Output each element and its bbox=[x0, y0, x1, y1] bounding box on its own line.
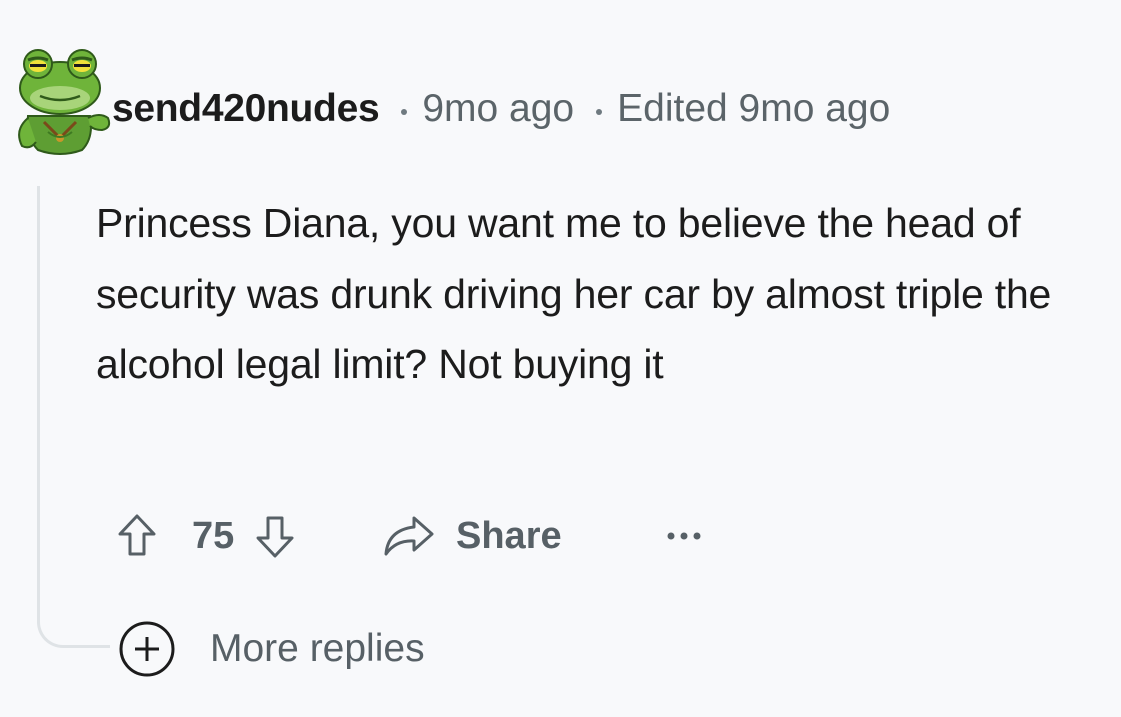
more-replies-button[interactable]: More replies bbox=[118, 620, 425, 678]
frog-avatar-icon[interactable] bbox=[8, 38, 112, 158]
plus-circle-icon bbox=[119, 621, 175, 677]
comment: send420nudes 9mo ago Edited 9mo ago Prin… bbox=[0, 0, 1121, 717]
share-arrow-icon bbox=[384, 516, 434, 556]
more-options-button[interactable] bbox=[662, 506, 706, 566]
edited-timestamp: Edited 9mo ago bbox=[617, 87, 891, 130]
username-link[interactable]: send420nudes bbox=[112, 87, 380, 131]
upvote-button[interactable] bbox=[110, 506, 164, 566]
share-label: Share bbox=[456, 514, 562, 557]
downvote-button[interactable] bbox=[248, 506, 302, 566]
comment-timestamp[interactable]: 9mo ago bbox=[422, 87, 574, 131]
more-replies-label: More replies bbox=[210, 627, 425, 670]
arrow-up-icon bbox=[118, 514, 156, 556]
vote-score: 75 bbox=[192, 514, 235, 557]
comment-action-bar: 75 Share bbox=[110, 506, 706, 566]
share-button[interactable]: Share bbox=[382, 514, 562, 558]
comment-header: send420nudes 9mo ago Edited 9mo ago bbox=[112, 84, 890, 134]
comment-body: Princess Diana, you want me to believe t… bbox=[96, 200, 1052, 387]
separator-dot bbox=[401, 109, 408, 115]
ellipsis-icon bbox=[667, 532, 701, 540]
separator-dot bbox=[596, 109, 603, 115]
arrow-down-icon bbox=[256, 516, 294, 558]
